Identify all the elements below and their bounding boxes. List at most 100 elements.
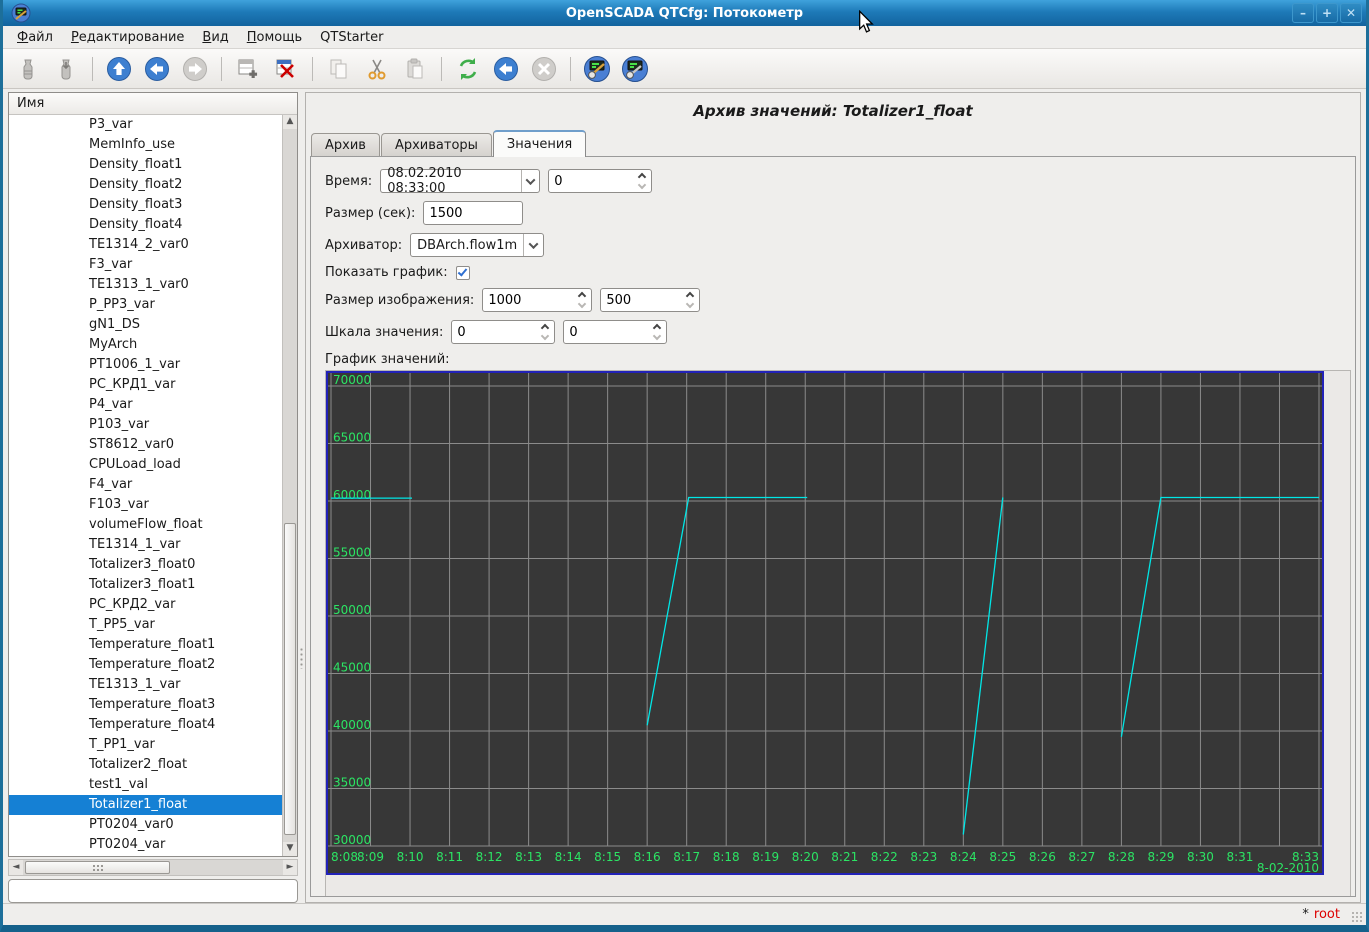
menu-file[interactable]: Файл — [9, 28, 61, 47]
time-usec-spinbox[interactable] — [548, 169, 652, 193]
tree-item[interactable]: PT1006_1_var — [9, 355, 282, 375]
forward-button[interactable] — [178, 52, 212, 86]
scale-max-input[interactable] — [564, 321, 648, 343]
tree-item[interactable]: P_PP3_var — [9, 295, 282, 315]
tree-item[interactable]: Temperature_float3 — [9, 695, 282, 715]
copy-button[interactable] — [322, 52, 356, 86]
tree-item[interactable]: CPULoad_load — [9, 455, 282, 475]
menu-qtstarter[interactable]: QTStarter — [312, 28, 391, 47]
tree-item[interactable]: gN1_DS — [9, 315, 282, 335]
scale-min-spinbox[interactable] — [451, 320, 555, 344]
paste-button[interactable] — [398, 52, 432, 86]
start-button[interactable] — [489, 52, 523, 86]
tree-item[interactable]: F103_var — [9, 495, 282, 515]
refresh-button[interactable] — [451, 52, 485, 86]
tree-item[interactable]: Density_float2 — [9, 175, 282, 195]
spin-arrows-icon[interactable] — [573, 289, 590, 311]
tree-item[interactable]: Density_float1 — [9, 155, 282, 175]
tree-item[interactable]: PT0204_var0 — [9, 815, 282, 835]
scale-min-input[interactable] — [452, 321, 536, 343]
tree-item[interactable]: Temperature_float2 — [9, 655, 282, 675]
time-combobox[interactable]: 08.02.2010 08:33:00 — [380, 169, 540, 193]
forward-arrow-icon — [182, 56, 208, 82]
chevron-down-icon[interactable] — [521, 170, 540, 192]
menu-edit[interactable]: Редактирование — [63, 28, 192, 47]
image-height-input[interactable] — [601, 289, 681, 311]
resize-grip-icon[interactable] — [1351, 911, 1363, 923]
close-button[interactable]: ✕ — [1340, 3, 1362, 23]
scroll-right-icon[interactable]: ► — [283, 860, 297, 875]
chevron-down-icon[interactable] — [523, 234, 543, 256]
tree-item[interactable]: TE1313_1_var0 — [9, 275, 282, 295]
scale-max-spinbox[interactable] — [563, 320, 667, 344]
openscada-tools-button[interactable] — [618, 52, 652, 86]
delete-item-button[interactable] — [269, 52, 303, 86]
page-title: Архив значений: Totalizer1_float — [306, 93, 1360, 130]
image-height-spinbox[interactable] — [600, 288, 700, 312]
tree-item[interactable]: T_PP1_var — [9, 735, 282, 755]
load-button[interactable] — [11, 52, 45, 86]
tree-item[interactable]: F4_var — [9, 475, 282, 495]
spin-arrows-icon[interactable] — [633, 170, 650, 192]
horizontal-scroll-thumb[interactable] — [25, 861, 170, 874]
tree-vertical-scrollbar[interactable]: ▲ ▼ — [282, 115, 297, 856]
tree-item[interactable]: Density_float4 — [9, 215, 282, 235]
archiver-combobox[interactable]: DBArch.flow1m — [410, 233, 544, 257]
stop-button[interactable] — [527, 52, 561, 86]
tree-item[interactable]: MemInfo_use — [9, 135, 282, 155]
tab-values[interactable]: Значения — [493, 130, 586, 157]
tree-item[interactable]: F3_var — [9, 255, 282, 275]
tree-item[interactable]: PC_КРД2_var — [9, 595, 282, 615]
image-width-spinbox[interactable] — [482, 288, 592, 312]
save-button[interactable] — [49, 52, 83, 86]
tree-item[interactable]: Totalizer3_float0 — [9, 555, 282, 575]
tree-item[interactable]: T_PP5_var — [9, 615, 282, 635]
cut-button[interactable] — [360, 52, 394, 86]
tree-filter-input[interactable] — [8, 879, 298, 903]
tree-item[interactable]: P103_var — [9, 415, 282, 435]
size-input[interactable] — [423, 201, 523, 225]
tree-item[interactable]: Temperature_float1 — [9, 635, 282, 655]
menu-help[interactable]: Помощь — [239, 28, 310, 47]
tree-item[interactable]: P4_var — [9, 395, 282, 415]
tree-item[interactable]: Totalizer3_float1 — [9, 575, 282, 595]
tree-item[interactable]: volumeFlow_float — [9, 515, 282, 535]
time-usec-input[interactable] — [549, 170, 633, 192]
splitter-handle-icon — [300, 647, 303, 669]
minimize-button[interactable]: – — [1292, 3, 1314, 23]
tree-item[interactable]: TE1314_1_var — [9, 535, 282, 555]
scroll-left-icon[interactable]: ◄ — [9, 860, 23, 875]
add-item-button[interactable] — [231, 52, 265, 86]
content-area: Имя P3_varMemInfo_useDensity_float1Densi… — [3, 89, 1366, 903]
tab-archive[interactable]: Архив — [311, 133, 380, 157]
menu-view[interactable]: Вид — [194, 28, 236, 47]
spin-arrows-icon[interactable] — [648, 321, 665, 343]
show-graph-checkbox[interactable] — [456, 266, 470, 280]
tree-horizontal-scrollbar[interactable]: ◄ ► — [8, 859, 298, 876]
tree-item[interactable]: TE1313_1_var — [9, 675, 282, 695]
up-button[interactable] — [102, 52, 136, 86]
image-width-input[interactable] — [483, 289, 573, 311]
spin-arrows-icon[interactable] — [536, 321, 553, 343]
tree-item[interactable]: ST8612_var0 — [9, 435, 282, 455]
scroll-down-icon[interactable]: ▼ — [283, 842, 297, 856]
tree-item[interactable]: PT0204_var — [9, 835, 282, 855]
svg-text:50000: 50000 — [333, 603, 371, 617]
tree-item[interactable]: P3_var — [9, 115, 282, 135]
tree-item[interactable]: Density_float3 — [9, 195, 282, 215]
tree-item[interactable]: MyArch — [9, 335, 282, 355]
tree-item[interactable]: Temperature_float4 — [9, 715, 282, 735]
maximize-button[interactable]: + — [1316, 3, 1338, 23]
openscada-config-button[interactable] — [580, 52, 614, 86]
scroll-up-icon[interactable]: ▲ — [283, 115, 297, 129]
tab-archivers[interactable]: Архиваторы — [381, 133, 492, 157]
tree-item[interactable]: Totalizer2_float — [9, 755, 282, 775]
spin-arrows-icon[interactable] — [681, 289, 698, 311]
tree-item[interactable]: Totalizer1_float — [9, 795, 282, 815]
tree-item[interactable]: TE1314_2_var0 — [9, 235, 282, 255]
vertical-scroll-thumb[interactable] — [284, 523, 296, 835]
panel-splitter[interactable] — [298, 92, 305, 903]
tree-item[interactable]: test1_val — [9, 775, 282, 795]
back-button[interactable] — [140, 52, 174, 86]
tree-item[interactable]: PC_КРД1_var — [9, 375, 282, 395]
